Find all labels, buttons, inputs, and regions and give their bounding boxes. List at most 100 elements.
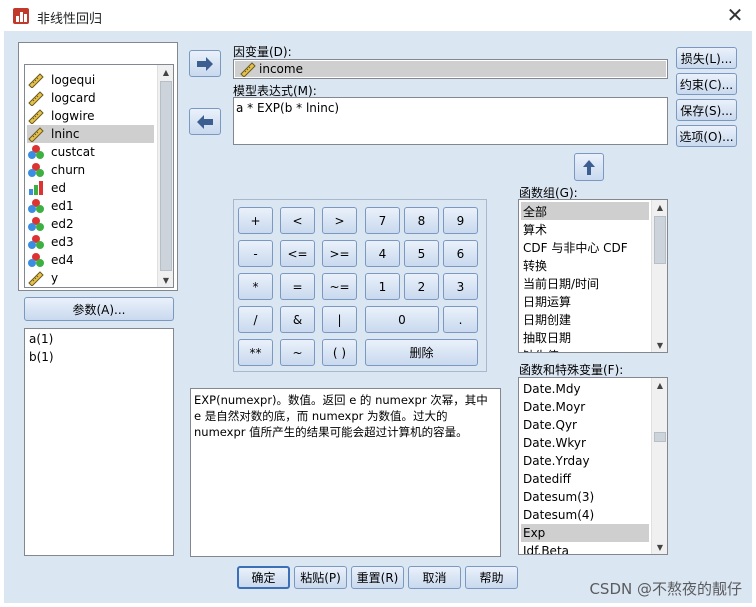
nominal-variable-icon [27, 144, 45, 160]
function-item[interactable]: Date.Mdy [521, 380, 649, 398]
key-greater-equal-button[interactable]: >= [322, 240, 357, 267]
scroll-up-icon[interactable]: ▲ [652, 200, 667, 214]
scroll-down-icon[interactable]: ▼ [652, 540, 667, 554]
scrollbar-thumb[interactable] [654, 216, 666, 264]
key-parentheses-button[interactable]: ( ) [322, 339, 357, 366]
function-item[interactable]: Idf.Beta [521, 542, 649, 554]
key-9-button[interactable]: 9 [443, 207, 478, 234]
variable-item[interactable]: lninc [27, 125, 154, 143]
insert-function-button[interactable] [574, 153, 604, 181]
move-to-dependent-button[interactable] [189, 50, 221, 77]
variable-item[interactable]: logwire [27, 107, 154, 125]
key-0-button[interactable]: 0 [365, 306, 439, 333]
key-8-button[interactable]: 8 [404, 207, 439, 234]
function-group-item[interactable]: 全部 [521, 202, 649, 220]
variable-item[interactable]: logequi [27, 71, 154, 89]
scrollbar-thumb[interactable] [160, 81, 172, 271]
key-power-button[interactable]: ** [238, 339, 273, 366]
scroll-up-icon[interactable]: ▲ [652, 378, 667, 392]
variable-label: custcat [51, 145, 95, 159]
key-1-button[interactable]: 1 [365, 273, 400, 300]
variable-item[interactable]: ed4 [27, 251, 154, 269]
help-button[interactable]: 帮助 [465, 566, 518, 589]
function-groups-scrollbar[interactable]: ▲ ▼ [651, 200, 667, 352]
scroll-down-icon[interactable]: ▼ [652, 338, 667, 352]
dependent-field[interactable]: income [233, 59, 668, 79]
variable-item[interactable]: custcat [27, 143, 154, 161]
move-to-expression-button[interactable] [189, 108, 221, 135]
paste-button[interactable]: 粘贴(P) [294, 566, 347, 589]
variable-item[interactable]: ed [27, 179, 154, 197]
variable-item[interactable]: logcard [27, 89, 154, 107]
key-decimal-button[interactable]: . [443, 306, 478, 333]
variable-list-scrollbar[interactable]: ▲ ▼ [157, 65, 173, 287]
variable-item[interactable]: ed1 [27, 197, 154, 215]
key-not-equal-button[interactable]: ~= [322, 273, 357, 300]
variable-item[interactable]: ed3 [27, 233, 154, 251]
key-greater-than-button[interactable]: > [322, 207, 357, 234]
scale-variable-icon [27, 90, 45, 107]
function-group-item[interactable]: 转换 [521, 256, 649, 274]
scale-variable-icon [27, 270, 45, 287]
key-equal-button[interactable]: = [280, 273, 315, 300]
function-group-item[interactable]: 日期创建 [521, 310, 649, 328]
function-item[interactable]: Datediff [521, 470, 649, 488]
expression-textarea[interactable]: a * EXP(b * lninc) [233, 97, 668, 145]
param-item[interactable]: b(1) [29, 350, 54, 364]
key-2-button[interactable]: 2 [404, 273, 439, 300]
ok-button[interactable]: 确定 [237, 566, 290, 589]
params-list[interactable]: a(1) b(1) [24, 328, 174, 556]
key-6-button[interactable]: 6 [443, 240, 478, 267]
scale-variable-icon [27, 108, 45, 125]
function-groups-list[interactable]: ▲ ▼ 全部 算术 CDF 与非中心 CDF 转换 当前日期/时间 日期运算 日期创建 抽取日… [518, 199, 668, 353]
window-title: 非线性回归 [37, 12, 103, 27]
functions-scrollbar[interactable]: ▲ ▼ [651, 378, 667, 554]
function-item[interactable]: Date.Yrday [521, 452, 649, 470]
scale-variable-icon [27, 72, 45, 89]
variable-item[interactable]: churn [27, 161, 154, 179]
function-group-item[interactable]: 当前日期/时间 [521, 274, 649, 292]
key-7-button[interactable]: 7 [365, 207, 400, 234]
function-item[interactable]: Date.Moyr [521, 398, 649, 416]
functions-list[interactable]: ▲ ▼ Date.Mdy Date.Moyr Date.Qyr Date.Wkyr Da… [518, 377, 668, 555]
scrollbar-thumb[interactable] [654, 432, 666, 442]
function-item[interactable]: Exp [521, 524, 649, 542]
key-less-equal-button[interactable]: <= [280, 240, 315, 267]
function-group-item[interactable]: 抽取日期 [521, 328, 649, 346]
scroll-up-icon[interactable]: ▲ [158, 65, 173, 79]
key-and-button[interactable]: & [280, 306, 315, 333]
function-item[interactable]: Date.Qyr [521, 416, 649, 434]
close-icon[interactable]: ✕ [722, 3, 748, 27]
constraints-button[interactable]: 约束(C)... [676, 73, 737, 95]
key-multiply-button[interactable]: * [238, 273, 273, 300]
params-button[interactable]: 参数(A)... [24, 297, 174, 321]
cancel-button[interactable]: 取消 [408, 566, 461, 589]
delete-button[interactable]: 删除 [365, 339, 478, 366]
function-group-item[interactable]: 算术 [521, 220, 649, 238]
param-item[interactable]: a(1) [29, 332, 53, 346]
variable-item[interactable]: ed2 [27, 215, 154, 233]
options-button[interactable]: 选项(O)... [676, 125, 737, 147]
key-4-button[interactable]: 4 [365, 240, 400, 267]
key-5-button[interactable]: 5 [404, 240, 439, 267]
function-item[interactable]: Datesum(4) [521, 506, 649, 524]
key-not-button[interactable]: ~ [280, 339, 315, 366]
variable-item[interactable]: y [27, 269, 154, 287]
key-minus-button[interactable]: - [238, 240, 273, 267]
key-or-button[interactable]: | [322, 306, 357, 333]
function-group-item[interactable]: 日期运算 [521, 292, 649, 310]
key-less-than-button[interactable]: < [280, 207, 315, 234]
function-group-item[interactable]: CDF 与非中心 CDF [521, 238, 649, 256]
reset-button[interactable]: 重置(R) [351, 566, 404, 589]
key-plus-button[interactable]: + [238, 207, 273, 234]
scroll-down-icon[interactable]: ▼ [158, 273, 173, 287]
key-divide-button[interactable]: / [238, 306, 273, 333]
loss-button[interactable]: 损失(L)... [676, 47, 737, 69]
variable-list[interactable]: ▲ ▼ logequi logcard logwire lninc custcat chu… [24, 64, 174, 288]
function-item[interactable]: Datesum(3) [521, 488, 649, 506]
scale-variable-icon [240, 62, 256, 77]
function-group-item[interactable]: 缺失值 [521, 346, 649, 353]
function-item[interactable]: Date.Wkyr [521, 434, 649, 452]
save-button[interactable]: 保存(S)... [676, 99, 737, 121]
key-3-button[interactable]: 3 [443, 273, 478, 300]
